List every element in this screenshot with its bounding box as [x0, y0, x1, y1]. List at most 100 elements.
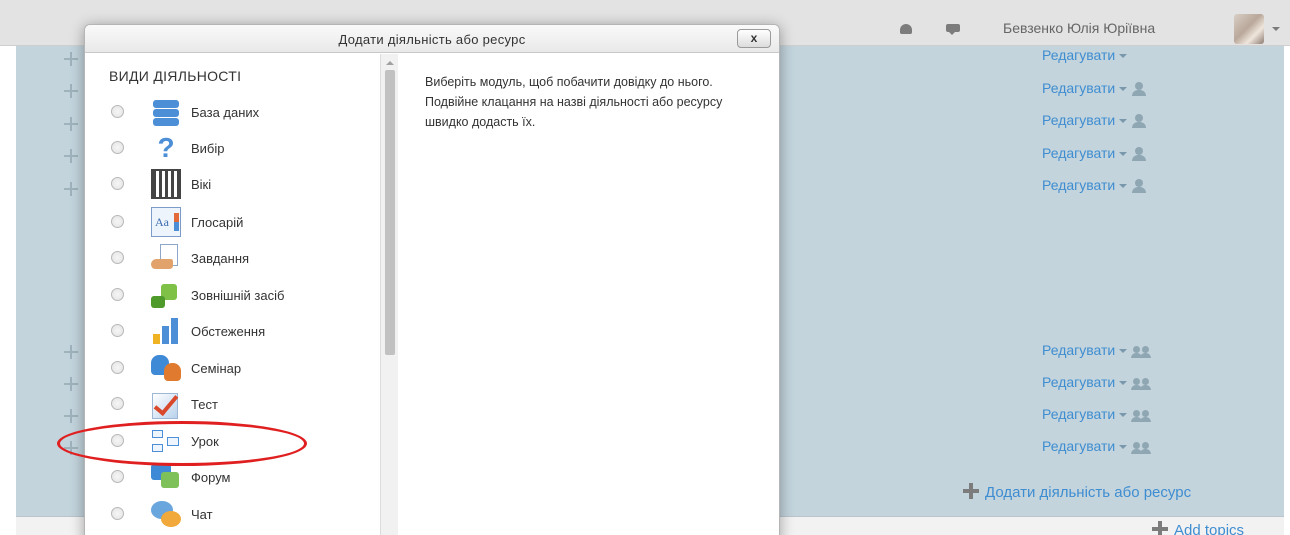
add-activity-label[interactable]: Додати діяльність або ресурс: [985, 484, 1191, 501]
section-heading: ВИДИ ДІЯЛЬНОСТІ: [109, 68, 242, 84]
caret-down-icon[interactable]: [1119, 349, 1128, 357]
option-label: Обстеження: [191, 324, 266, 339]
assignment-icon: [151, 243, 181, 273]
option-label: Вікі: [191, 177, 212, 192]
edit-menu-link[interactable]: Редагувати: [1042, 177, 1147, 194]
move-handle-icon[interactable]: [64, 52, 78, 66]
workshop-icon: [151, 353, 181, 383]
edit-link-label[interactable]: Редагувати: [1042, 342, 1115, 358]
caret-down-icon[interactable]: [1119, 413, 1128, 421]
edit-link-label[interactable]: Редагувати: [1042, 177, 1115, 193]
user-menu-caret-icon[interactable]: [1272, 27, 1280, 35]
add-topics-link[interactable]: Add topics: [1152, 521, 1244, 535]
activity-option[interactable]: Завдання: [85, 241, 380, 275]
group-icon[interactable]: [1131, 376, 1153, 391]
move-handle-icon[interactable]: [64, 84, 78, 98]
dialog-title: Додати діяльність або ресурс: [338, 32, 526, 47]
move-handle-icon[interactable]: [64, 117, 78, 131]
plus-icon: [1152, 521, 1168, 535]
caret-down-icon[interactable]: [1119, 445, 1128, 453]
add-activity-link[interactable]: Додати діяльність або ресурс: [963, 483, 1191, 501]
avatar[interactable]: [1234, 14, 1264, 44]
scroll-up-arrow-icon[interactable]: [386, 57, 394, 65]
edit-link-label[interactable]: Редагувати: [1042, 438, 1115, 454]
scrollbar-thumb[interactable]: [385, 70, 395, 355]
activity-option[interactable]: Тест: [85, 387, 380, 421]
activity-option[interactable]: Чат: [85, 497, 380, 531]
radio-button[interactable]: [111, 141, 124, 154]
choice-icon: ?: [157, 132, 175, 163]
option-label: Зовнішній засіб: [191, 288, 285, 303]
caret-down-icon[interactable]: [1119, 184, 1128, 192]
options-scrollbar[interactable]: [380, 54, 398, 535]
person-icon[interactable]: [1131, 147, 1147, 162]
radio-button[interactable]: [111, 397, 124, 410]
group-icon[interactable]: [1131, 440, 1153, 455]
radio-button[interactable]: [111, 177, 124, 190]
radio-button[interactable]: [111, 251, 124, 264]
move-handle-icon[interactable]: [64, 345, 78, 359]
move-handle-icon[interactable]: [64, 182, 78, 196]
user-name[interactable]: Бевзенко Юлія Юріївна: [1003, 20, 1155, 36]
edit-menu-link[interactable]: Редагувати: [1042, 342, 1153, 359]
edit-menu-link[interactable]: Редагувати: [1042, 438, 1153, 455]
person-icon[interactable]: [1131, 179, 1147, 194]
activity-option[interactable]: База даних: [85, 95, 380, 129]
activity-option[interactable]: Семінар: [85, 351, 380, 385]
activity-option[interactable]: Зовнішній засіб: [85, 278, 380, 312]
plus-icon: [963, 483, 979, 499]
messages-icon[interactable]: [946, 24, 960, 36]
close-button[interactable]: x: [737, 29, 771, 48]
edit-link-label[interactable]: Редагувати: [1042, 374, 1115, 390]
glossary-icon: [151, 207, 181, 237]
edit-link-label[interactable]: Редагувати: [1042, 80, 1115, 96]
edit-menu-link[interactable]: Редагувати: [1042, 112, 1147, 129]
activity-option[interactable]: Вікі: [85, 167, 380, 201]
edit-menu-link[interactable]: Редагувати: [1042, 145, 1147, 162]
help-text: Виберіть модуль, щоб побачити довідку до…: [425, 75, 723, 129]
radio-button[interactable]: [111, 324, 124, 337]
move-handle-icon[interactable]: [64, 409, 78, 423]
activity-option[interactable]: Глосарій: [85, 205, 380, 239]
caret-down-icon[interactable]: [1119, 54, 1128, 62]
edit-menu-link[interactable]: Редагувати: [1042, 47, 1128, 63]
caret-down-icon[interactable]: [1119, 381, 1128, 389]
activity-option[interactable]: Обстеження: [85, 314, 380, 348]
radio-button[interactable]: [111, 105, 124, 118]
caret-down-icon[interactable]: [1119, 152, 1128, 160]
edit-link-label[interactable]: Редагувати: [1042, 145, 1115, 161]
notifications-icon[interactable]: [898, 24, 914, 36]
option-label: Вибір: [191, 141, 225, 156]
edit-menu-link[interactable]: Редагувати: [1042, 406, 1153, 423]
edit-link-label[interactable]: Редагувати: [1042, 47, 1115, 63]
caret-down-icon[interactable]: [1119, 87, 1128, 95]
edit-link-label[interactable]: Редагувати: [1042, 406, 1115, 422]
move-handle-icon[interactable]: [64, 149, 78, 163]
highlight-ellipse: [57, 421, 307, 466]
activity-option[interactable]: ? Вибір: [85, 131, 380, 165]
move-handle-icon[interactable]: [64, 377, 78, 391]
person-icon[interactable]: [1131, 82, 1147, 97]
radio-button[interactable]: [111, 507, 124, 520]
add-topics-label[interactable]: Add topics: [1174, 522, 1244, 535]
radio-button[interactable]: [111, 215, 124, 228]
edit-link-label[interactable]: Редагувати: [1042, 112, 1115, 128]
caret-down-icon[interactable]: [1119, 119, 1128, 127]
database-icon: [151, 97, 181, 127]
person-icon[interactable]: [1131, 114, 1147, 129]
page: Бевзенко Юлія Юріївна Редагувати Редагув…: [0, 0, 1290, 535]
option-label: Глосарій: [191, 215, 244, 230]
edit-menu-link[interactable]: Редагувати: [1042, 80, 1147, 97]
chat-icon: [151, 499, 181, 529]
radio-button[interactable]: [111, 470, 124, 483]
activity-option[interactable]: Форум: [85, 460, 380, 494]
group-icon[interactable]: [1131, 408, 1153, 423]
radio-button[interactable]: [111, 361, 124, 374]
radio-button[interactable]: [111, 288, 124, 301]
option-label: Семінар: [191, 361, 242, 376]
option-label: База даних: [191, 105, 260, 120]
dialog-header[interactable]: Додати діяльність або ресурс x: [85, 25, 779, 53]
group-icon[interactable]: [1131, 344, 1153, 359]
forum-icon: [151, 462, 181, 492]
edit-menu-link[interactable]: Редагувати: [1042, 374, 1153, 391]
